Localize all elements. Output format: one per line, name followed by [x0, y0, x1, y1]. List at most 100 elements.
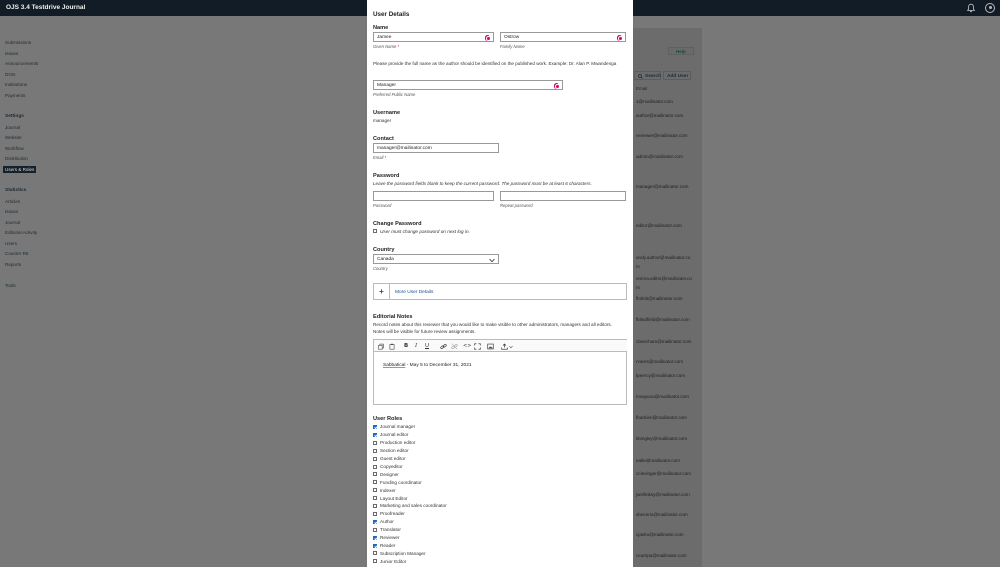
country-value: Canada	[377, 257, 394, 263]
role-checkbox[interactable]	[373, 448, 377, 453]
bold-icon[interactable]: B	[404, 342, 408, 350]
preferred-name-input[interactable]: Manager	[373, 80, 563, 90]
role-checkbox[interactable]	[373, 432, 377, 437]
app-title[interactable]: OJS 3.4 Testdrive Journal	[6, 4, 85, 11]
given-name-value: Jamee	[377, 35, 392, 41]
nav-settings-users-roles[interactable]: Users & Roles	[3, 166, 37, 173]
nav-statistics-counter-r5[interactable]: Counter R5	[5, 251, 29, 256]
user-details-modal: User Details Name Jamee Given Name * Ost…	[367, 0, 633, 567]
role-checkbox[interactable]	[373, 488, 377, 493]
role-checkbox[interactable]	[373, 496, 377, 501]
unlink-icon[interactable]	[451, 343, 458, 350]
more-user-details-link[interactable]: More User Details	[395, 290, 433, 295]
bell-icon[interactable]	[966, 3, 976, 13]
nav-statistics-articles[interactable]: Articles	[5, 199, 20, 204]
given-name-label: Given Name *	[373, 44, 400, 49]
nav-tools[interactable]: Tools	[5, 283, 16, 288]
editorial-notes-editor[interactable]: B I U <> Sabbatical - May 5 to December …	[373, 339, 627, 405]
nav-announcements[interactable]: Announcements	[5, 61, 38, 66]
add-user-button[interactable]: Add User	[663, 71, 691, 80]
username-section-label: Username	[373, 110, 401, 116]
nav-statistics-editorial-activity[interactable]: Editorial Activity	[5, 230, 37, 235]
role-checkbox[interactable]	[373, 440, 377, 445]
role-checkbox[interactable]	[373, 456, 377, 461]
nav-statistics-journal[interactable]: Journal	[5, 220, 20, 225]
role-checkbox[interactable]	[373, 511, 377, 516]
nav-settings-website[interactable]: Website	[5, 135, 22, 140]
nav-dois[interactable]: DOIs	[5, 72, 15, 77]
italic-icon[interactable]: I	[415, 342, 417, 350]
name-section-label: Name	[373, 25, 389, 31]
role-checkbox[interactable]	[373, 543, 377, 548]
given-name-input[interactable]: Jamee	[373, 32, 494, 42]
country-select[interactable]: Canada	[373, 254, 499, 264]
role-label: Guest editor	[380, 456, 406, 461]
role-label: Marketing and sales coordinator	[380, 503, 447, 509]
repeat-password-input[interactable]	[500, 191, 626, 201]
change-password-checkbox[interactable]	[373, 229, 377, 233]
role-label: Copyeditor	[380, 463, 403, 469]
nav-submissions[interactable]: Submissions	[5, 40, 31, 45]
chevron-down-icon[interactable]	[509, 345, 513, 349]
role-label: Section editor	[380, 448, 409, 454]
editor-text: - May 5 to December 31, 2021	[405, 363, 472, 368]
nav-statistics-reports[interactable]: Reports	[5, 262, 21, 267]
role-checkbox[interactable]	[373, 527, 377, 532]
role-checkbox[interactable]	[373, 504, 377, 508]
user-avatar-icon[interactable]	[985, 3, 995, 13]
paste-icon[interactable]	[389, 343, 395, 350]
nav-statistics-issues[interactable]: Issues	[5, 209, 18, 214]
more-user-details-panel[interactable]: + More User Details	[373, 283, 627, 300]
fullscreen-icon[interactable]	[474, 342, 481, 350]
email-list-item: editor@mailinator.com	[636, 223, 682, 228]
plus-icon[interactable]: +	[374, 284, 390, 300]
email-list-item: cjaeko@mailinator.com	[636, 532, 684, 537]
nav-settings-journal[interactable]: Journal	[5, 125, 20, 130]
nav-institutions[interactable]: Institutions	[5, 82, 27, 87]
email-list-item: admin@mailinator.com	[636, 154, 683, 159]
globe-icon[interactable]	[484, 35, 491, 41]
email-list-item: emma.editor@mailinator.com	[636, 276, 692, 290]
password-input[interactable]	[373, 191, 494, 201]
nav-issues[interactable]: Issues	[5, 51, 18, 56]
upload-icon[interactable]	[501, 343, 508, 350]
help-button[interactable]: Help	[668, 47, 694, 55]
role-checkbox[interactable]	[373, 480, 377, 485]
email-list-item: cbeecham@mailinator.com	[636, 339, 692, 344]
search-button[interactable]: Search	[634, 71, 661, 80]
email-field[interactable]: manager@mailinator.com	[373, 143, 499, 153]
add-user-label: Add User	[667, 74, 689, 79]
family-name-input[interactable]: Ostrow	[500, 32, 626, 42]
nav-settings-distribution[interactable]: Distribution	[5, 156, 28, 161]
role-checkbox[interactable]	[373, 472, 377, 477]
email-list-item: andy.author@mailinator.com	[636, 255, 691, 269]
role-checkbox[interactable]	[373, 464, 377, 469]
image-icon[interactable]	[487, 343, 494, 350]
editor-content[interactable]: Sabbatical - May 5 to December 31, 2021	[383, 363, 472, 368]
underline-icon[interactable]: U	[425, 342, 429, 350]
email-list-item: manager@mailinator.com	[636, 184, 689, 189]
nav-payments[interactable]: Payments	[5, 93, 25, 98]
globe-icon[interactable]	[553, 83, 560, 89]
role-label: Junior Editor	[380, 558, 407, 564]
link-icon[interactable]	[440, 343, 447, 350]
email-label: Email *	[373, 155, 387, 160]
email-value: manager@mailinator.com	[377, 146, 432, 152]
code-icon[interactable]: <>	[463, 342, 471, 350]
email-list-item: vbecerio@mailinator.com	[636, 512, 688, 517]
role-checkbox[interactable]	[373, 551, 377, 556]
role-checkbox[interactable]	[373, 519, 377, 524]
search-icon	[638, 74, 643, 79]
role-label: Funding coordinator	[380, 479, 422, 485]
globe-icon[interactable]	[616, 35, 623, 41]
nav-statistics-heading: Statistics	[5, 188, 27, 193]
role-checkbox[interactable]	[373, 425, 377, 429]
role-checkbox[interactable]	[373, 535, 377, 540]
nav-settings-workflow[interactable]: Workflow	[5, 146, 24, 151]
email-list-item: fbirkitt@mailinator.com	[636, 296, 683, 301]
role-checkbox[interactable]	[373, 559, 377, 564]
role-label: Layout Editor	[380, 495, 408, 501]
copy-icon[interactable]	[378, 343, 384, 350]
password-help-text: Leave the password fields blank to keep …	[373, 181, 592, 186]
nav-statistics-users[interactable]: Users	[5, 241, 17, 246]
